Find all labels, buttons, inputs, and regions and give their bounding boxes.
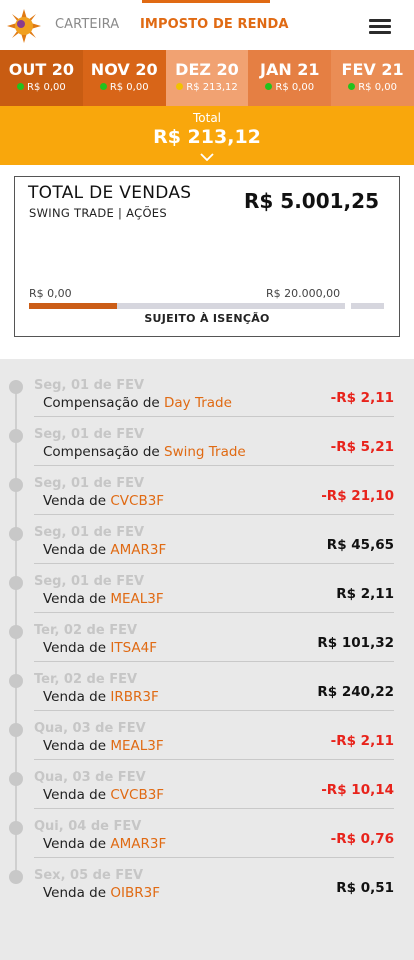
status-dot-icon (176, 83, 184, 90)
timeline-dot-icon (9, 576, 23, 590)
sales-card: TOTAL DE VENDAS SWING TRADE | AÇÕES R$ 5… (14, 176, 400, 337)
transaction-row[interactable]: Seg, 01 de FEV Venda de MEAL3F R$ 2,11 (0, 555, 414, 613)
timeline-dot-icon (9, 478, 23, 492)
sales-title: TOTAL DE VENDAS (28, 183, 192, 203)
transaction-row[interactable]: Seg, 01 de FEV Venda de AMAR3F R$ 45,65 (0, 506, 414, 564)
nav-carteira[interactable]: CARTEIRA (55, 0, 119, 50)
timeline-dot-icon (9, 380, 23, 394)
transaction-row[interactable]: Sex, 05 de FEV Venda de OIBR3F R$ 0,51 (0, 849, 414, 901)
progress-track (29, 303, 345, 309)
month-label: DEZ 20 (175, 60, 239, 79)
transaction-date: Ter, 02 de FEV (34, 623, 138, 638)
transaction-amount: -R$ 0,76 (330, 831, 394, 847)
transaction-prefix: Venda de (43, 885, 111, 901)
month-tab-dez-20[interactable]: DEZ 20 R$ 213,12 (165, 50, 249, 106)
transaction-row[interactable]: Seg, 01 de FEV Compensação de Day Trade -R… (0, 359, 414, 417)
transaction-row[interactable]: Qua, 03 de FEV Venda de MEAL3F -R$ 2,11 (0, 702, 414, 760)
total-value: R$ 213,12 (153, 126, 261, 148)
transaction-amount: -R$ 21,10 (321, 488, 394, 504)
transaction-date: Seg, 01 de FEV (34, 574, 145, 589)
month-label: OUT 20 (8, 60, 75, 79)
transaction-date: Seg, 01 de FEV (34, 378, 145, 393)
transaction-amount: -R$ 2,11 (330, 733, 394, 749)
month-label: JAN 21 (260, 60, 320, 79)
transaction-date: Seg, 01 de FEV (34, 525, 145, 540)
timeline-dot-icon (9, 527, 23, 541)
month-value: R$ 0,00 (27, 82, 66, 93)
progress-overflow-track (351, 303, 384, 309)
sales-subtitle: SWING TRADE | AÇÕES (29, 206, 167, 220)
transaction-amount: R$ 240,22 (317, 684, 394, 700)
transaction-date: Qua, 03 de FEV (34, 721, 146, 736)
total-bar[interactable]: Total R$ 213,12 (0, 106, 414, 165)
timeline-dot-icon (9, 625, 23, 639)
timeline-dot-icon (9, 429, 23, 443)
transaction-amount: R$ 0,51 (336, 880, 394, 896)
month-tab-jan-21[interactable]: JAN 21 R$ 0,00 (248, 50, 332, 106)
transactions-timeline: Seg, 01 de FEV Compensação de Day Trade -R… (0, 359, 414, 960)
timeline-dot-icon (9, 821, 23, 835)
transaction-description: Venda de OIBR3F (43, 885, 160, 901)
month-tab-out-20[interactable]: OUT 20 R$ 0,00 (0, 50, 83, 106)
menu-icon[interactable] (369, 19, 391, 34)
status-dot-icon (348, 83, 356, 90)
month-label: FEV 21 (341, 60, 404, 79)
chevron-down-icon[interactable] (200, 153, 214, 161)
top-nav: CARTEIRA IMPOSTO DE RENDA (0, 0, 414, 50)
status-dot-icon (99, 83, 107, 90)
month-value: R$ 213,12 (186, 82, 238, 93)
transaction-date: Sex, 05 de FEV (34, 868, 144, 883)
transaction-date: Qua, 03 de FEV (34, 770, 146, 785)
month-tab-nov-20[interactable]: NOV 20 R$ 0,00 (82, 50, 166, 106)
logo-icon[interactable] (6, 8, 42, 44)
transaction-row[interactable]: Qua, 03 de FEV Venda de CVCB3F -R$ 10,14 (0, 751, 414, 809)
transaction-row[interactable]: Ter, 02 de FEV Venda de IRBR3F R$ 240,22 (0, 653, 414, 711)
exemption-label: SUJEITO À ISENÇÃO (144, 312, 270, 325)
transaction-amount: R$ 45,65 (326, 537, 394, 553)
transaction-row[interactable]: Seg, 01 de FEV Compensação de Swing Trade… (0, 408, 414, 466)
scale-min-label: R$ 0,00 (29, 287, 72, 300)
status-dot-icon (17, 83, 25, 90)
sales-amount: R$ 5.001,25 (244, 189, 379, 213)
transaction-amount: -R$ 5,21 (330, 439, 394, 455)
transaction-row[interactable]: Seg, 01 de FEV Venda de CVCB3F -R$ 21,10 (0, 457, 414, 515)
transaction-amount: -R$ 10,14 (321, 782, 394, 798)
month-value: R$ 0,00 (358, 82, 397, 93)
month-value: R$ 0,00 (109, 82, 149, 93)
timeline-dot-icon (9, 723, 23, 737)
month-label: NOV 20 (90, 60, 158, 79)
transaction-date: Ter, 02 de FEV (34, 672, 138, 687)
transaction-date: Seg, 01 de FEV (34, 476, 145, 491)
status-dot-icon (265, 83, 273, 90)
total-label: Total (192, 111, 222, 125)
scale-max-label: R$ 20.000,00 (266, 287, 341, 300)
timeline-dot-icon (9, 772, 23, 786)
transaction-date: Seg, 01 de FEV (34, 427, 145, 442)
month-value: R$ 0,00 (275, 82, 315, 93)
transaction-row[interactable]: Qui, 04 de FEV Venda de AMAR3F -R$ 0,76 (0, 800, 414, 858)
progress-fill (29, 303, 118, 309)
transaction-asset: OIBR3F (110, 885, 160, 901)
month-tabs: OUT 20 R$ 0,00 NOV 20 R$ 0,00 DEZ 20 R$ … (0, 50, 414, 106)
transaction-amount: R$ 101,32 (317, 635, 394, 651)
timeline-dot-icon (9, 870, 23, 884)
transaction-date: Qui, 04 de FEV (34, 819, 142, 834)
transaction-row[interactable]: Ter, 02 de FEV Venda de ITSA4F R$ 101,32 (0, 604, 414, 662)
transaction-amount: R$ 2,11 (336, 586, 394, 602)
month-tab-fev-21[interactable]: FEV 21 R$ 0,00 (331, 50, 414, 106)
timeline-dot-icon (9, 674, 23, 688)
nav-imposto-de-renda[interactable]: IMPOSTO DE RENDA (140, 0, 289, 50)
transaction-amount: -R$ 2,11 (330, 390, 394, 406)
